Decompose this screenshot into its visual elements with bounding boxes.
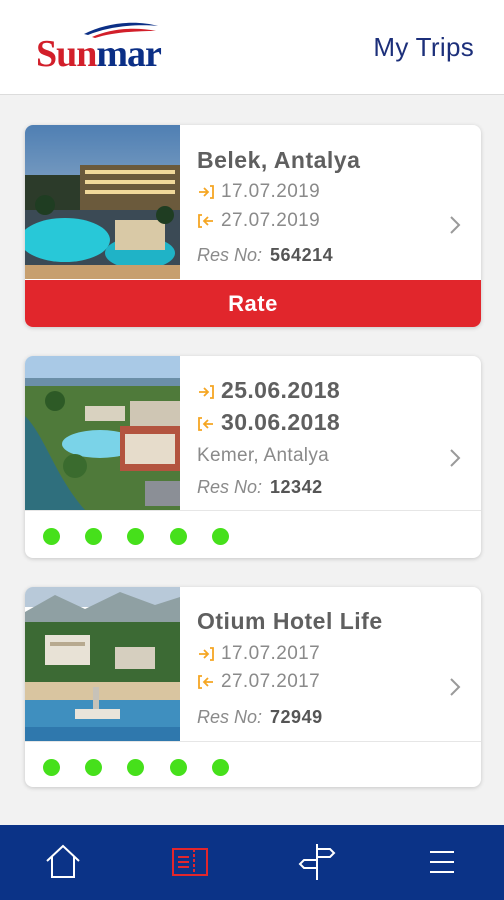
bottom-tab-bar xyxy=(0,825,504,900)
page-title: My Trips xyxy=(373,32,474,62)
trip-title: Otium Hotel Life xyxy=(197,608,383,634)
checkin-date: 17.07.2019 xyxy=(221,181,321,202)
rating-dot xyxy=(85,528,102,545)
checkin-icon xyxy=(199,385,214,399)
rating-dots xyxy=(25,510,481,558)
rate-button[interactable]: Rate xyxy=(25,280,481,327)
rating-dot xyxy=(85,759,102,776)
menu-icon xyxy=(430,851,454,873)
logo-wordmark: Sunmar xyxy=(36,33,162,75)
checkin-row: 17.07.2019 xyxy=(197,181,320,203)
reservation-row: Res No: 564214 xyxy=(197,245,333,266)
sunmar-logo[interactable]: Sunmar xyxy=(36,20,166,76)
checkin-date: 25.06.2018 xyxy=(221,377,341,403)
reservation-number: 564214 xyxy=(270,245,334,265)
checkout-row: 27.07.2017 xyxy=(197,671,320,693)
reservation-label: Res No: xyxy=(197,245,263,265)
reservation-label: Res No: xyxy=(197,477,263,497)
app-header: Sunmar My Trips xyxy=(0,0,504,95)
trip-card[interactable]: Belek, Antalya 17.07.2019 27.07.2019 Res… xyxy=(25,125,481,327)
trip-card[interactable]: Otium Hotel Life 17.07.2017 27.07.2017 R… xyxy=(25,587,481,787)
rating-dot xyxy=(170,759,187,776)
chevron-right-icon[interactable] xyxy=(445,446,465,470)
checkin-row: 25.06.2018 xyxy=(197,377,340,404)
chevron-right-icon[interactable] xyxy=(445,213,465,237)
rating-dot xyxy=(43,528,60,545)
hotel-photo xyxy=(25,587,180,741)
tab-excursions[interactable] xyxy=(295,840,339,884)
trip-card[interactable]: 25.06.2018 30.06.2018 Kemer, Antalya Res… xyxy=(25,356,481,558)
checkout-date: 27.07.2017 xyxy=(221,671,321,692)
ticket-icon xyxy=(172,848,208,876)
rating-dot xyxy=(212,759,229,776)
rating-dot xyxy=(170,528,187,545)
checkout-icon xyxy=(198,417,213,431)
home-icon xyxy=(46,844,80,878)
checkout-date: 27.07.2019 xyxy=(221,210,321,231)
checkout-row: 30.06.2018 xyxy=(197,409,340,436)
checkout-icon xyxy=(198,214,213,228)
tab-home[interactable] xyxy=(41,840,85,884)
reservation-label: Res No: xyxy=(197,707,263,727)
trip-location: Kemer, Antalya xyxy=(197,445,329,466)
checkout-icon xyxy=(198,675,213,689)
trip-info: 25.06.2018 30.06.2018 Kemer, Antalya Res… xyxy=(197,356,447,510)
checkin-icon xyxy=(199,185,214,199)
reservation-row: Res No: 72949 xyxy=(197,707,323,728)
rating-dot xyxy=(127,759,144,776)
trip-info: Belek, Antalya 17.07.2019 27.07.2019 Res… xyxy=(197,125,447,279)
tab-menu[interactable] xyxy=(420,840,464,884)
trip-title: Belek, Antalya xyxy=(197,147,361,173)
rating-dots xyxy=(25,741,481,787)
rating-dot xyxy=(43,759,60,776)
chevron-right-icon[interactable] xyxy=(445,675,465,699)
checkin-date: 17.07.2017 xyxy=(221,643,321,664)
reservation-number: 72949 xyxy=(270,707,323,727)
checkin-icon xyxy=(199,647,214,661)
hotel-photo xyxy=(25,125,180,279)
rating-dot xyxy=(127,528,144,545)
reservation-number: 12342 xyxy=(270,477,323,497)
checkout-row: 27.07.2019 xyxy=(197,210,320,232)
tab-my-trips[interactable] xyxy=(168,840,212,884)
rating-dot xyxy=(212,528,229,545)
checkin-row: 17.07.2017 xyxy=(197,643,320,665)
hotel-photo xyxy=(25,356,180,510)
signpost-icon xyxy=(298,844,336,880)
checkout-date: 30.06.2018 xyxy=(221,409,341,435)
reservation-row: Res No: 12342 xyxy=(197,477,323,498)
trip-info: Otium Hotel Life 17.07.2017 27.07.2017 R… xyxy=(197,587,447,741)
